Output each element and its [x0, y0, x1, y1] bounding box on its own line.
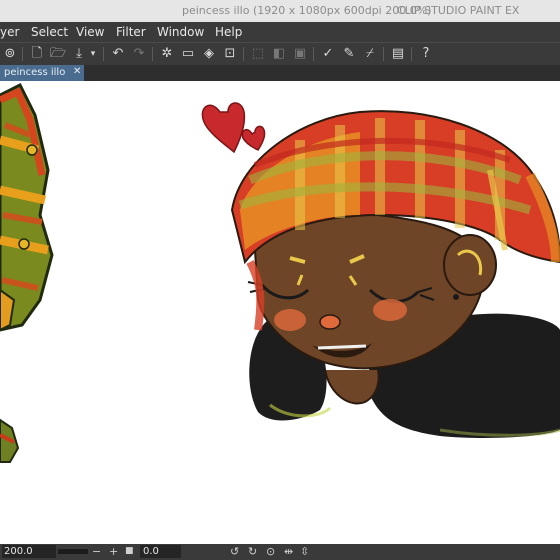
deselect-icon[interactable]: ⬚	[250, 46, 266, 62]
flip-vertical-icon[interactable]: ⇳	[300, 545, 309, 558]
panel-icon[interactable]: ▤	[390, 46, 406, 62]
menu-layer[interactable]: yer	[0, 25, 19, 39]
menu-bar: yer Select View Filter Window Help	[0, 22, 560, 42]
drawing-canvas[interactable]	[0, 81, 560, 544]
heart-doodles	[201, 102, 266, 154]
invert-selection-icon[interactable]: ◧	[271, 46, 287, 62]
divider	[383, 47, 384, 61]
rotate-left-icon[interactable]: ↺	[230, 545, 239, 558]
snap-icon[interactable]: ▣	[292, 46, 308, 62]
left-character-sketch	[0, 82, 54, 463]
loading-icon[interactable]: ✲	[159, 46, 175, 62]
window-title: peincess illo (1920 x 1080px 600dpi 200.…	[182, 4, 432, 17]
menu-view[interactable]: View	[76, 25, 104, 39]
status-bar: 200.0 − + ■ 0.0 ↺ ↻ ⊙ ⇹ ⇳	[0, 544, 560, 560]
divider	[22, 47, 23, 61]
artwork	[0, 82, 560, 463]
reset-rotation-icon[interactable]: ⊙	[266, 545, 275, 558]
divider	[313, 47, 314, 61]
tab-peincess-illo[interactable]: peincess illo ✕	[0, 65, 84, 81]
brush-icon[interactable]: ✎	[341, 46, 357, 62]
open-folder-icon[interactable]: 🗁	[50, 46, 66, 62]
new-file-icon[interactable]: 🗋	[29, 46, 45, 62]
menu-help[interactable]: Help	[215, 25, 242, 39]
title-bar: peincess illo (1920 x 1080px 600dpi 200.…	[0, 0, 560, 22]
divider	[243, 47, 244, 61]
stop-icon[interactable]: ■	[125, 545, 134, 558]
zoom-slider[interactable]	[58, 549, 88, 554]
undo-icon[interactable]: ↶	[110, 46, 126, 62]
menu-window[interactable]: Window	[157, 25, 204, 39]
dropdown-icon[interactable]: ▾	[88, 46, 98, 62]
pen-icon[interactable]: ✓	[320, 46, 336, 62]
canvas-tab-bar: peincess illo ✕	[0, 65, 560, 81]
redo-icon[interactable]: ↷	[131, 46, 147, 62]
rotate-right-icon[interactable]: ↻	[248, 545, 257, 558]
transform-icon[interactable]: ⊡	[222, 46, 238, 62]
clear-icon[interactable]: ▭	[180, 46, 196, 62]
flip-horizontal-icon[interactable]: ⇹	[284, 545, 293, 558]
zoom-out-button[interactable]: −	[92, 545, 101, 558]
save-icon[interactable]: ⤓	[71, 46, 87, 62]
close-icon[interactable]: ✕	[73, 66, 81, 77]
tab-label: peincess illo	[4, 67, 66, 78]
layer-icon[interactable]: ⊚	[2, 46, 18, 62]
rotation-angle-field[interactable]: 0.0	[140, 545, 181, 558]
zoom-field[interactable]: 200.0	[2, 545, 56, 558]
zoom-in-button[interactable]: +	[109, 545, 118, 558]
eraser-icon[interactable]: ⌿	[362, 46, 378, 62]
app-name: CLIP STUDIO PAINT EX	[397, 4, 520, 17]
command-bar: ⊚ 🗋 🗁 ⤓ ▾ ↶ ↷ ✲ ▭ ◈ ⊡ ⬚ ◧ ▣ ✓ ✎ ⌿ ▤ ?	[0, 42, 560, 65]
divider	[152, 47, 153, 61]
help-icon[interactable]: ?	[418, 46, 434, 62]
menu-filter[interactable]: Filter	[116, 25, 146, 39]
fill-icon[interactable]: ◈	[201, 46, 217, 62]
divider	[411, 47, 412, 61]
menu-select[interactable]: Select	[31, 25, 68, 39]
divider	[103, 47, 104, 61]
